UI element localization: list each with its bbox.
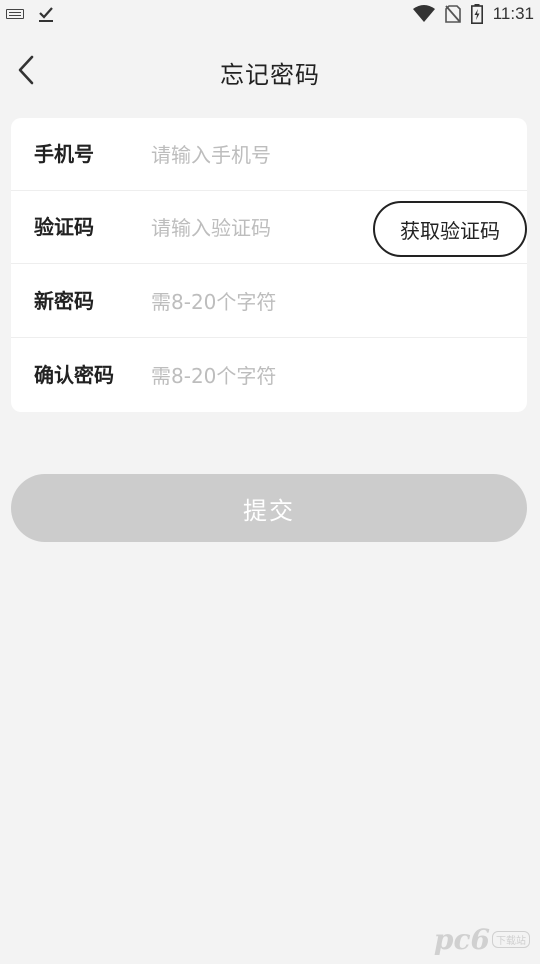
wifi-icon: [412, 5, 435, 22]
confirm-password-label: 确认密码: [34, 363, 114, 387]
download-done-icon: [39, 7, 53, 22]
new-password-input[interactable]: [151, 283, 371, 321]
status-time: 11:31: [492, 4, 534, 23]
watermark-text: pc6: [433, 922, 490, 956]
code-row: 验证码 获取验证码: [11, 191, 527, 264]
status-right: 11:31: [412, 4, 534, 24]
code-label: 验证码: [34, 215, 94, 239]
submit-button[interactable]: 提交: [11, 474, 527, 542]
battery-charging-icon: [470, 4, 483, 24]
watermark-sub: 下载站: [492, 930, 530, 948]
confirm-password-input[interactable]: [151, 357, 371, 395]
header: 忘记密码: [0, 38, 540, 102]
new-password-row: 新密码: [11, 265, 527, 338]
page-title: 忘记密码: [220, 61, 320, 89]
status-bar: 11:31: [0, 0, 540, 30]
code-input[interactable]: [151, 209, 371, 247]
phone-input[interactable]: [151, 136, 371, 174]
confirm-password-row: 确认密码: [11, 339, 527, 412]
form-card: 手机号 验证码 获取验证码 新密码 确认密码: [11, 118, 527, 412]
get-code-button[interactable]: 获取验证码: [373, 201, 527, 257]
status-left: [6, 5, 54, 23]
no-sim-icon: [444, 5, 461, 23]
watermark-logo: pc6 下载站: [434, 922, 530, 956]
phone-label: 手机号: [34, 142, 94, 166]
phone-row: 手机号: [11, 118, 527, 191]
new-password-label: 新密码: [34, 289, 94, 313]
keyboard-icon: [6, 9, 24, 19]
